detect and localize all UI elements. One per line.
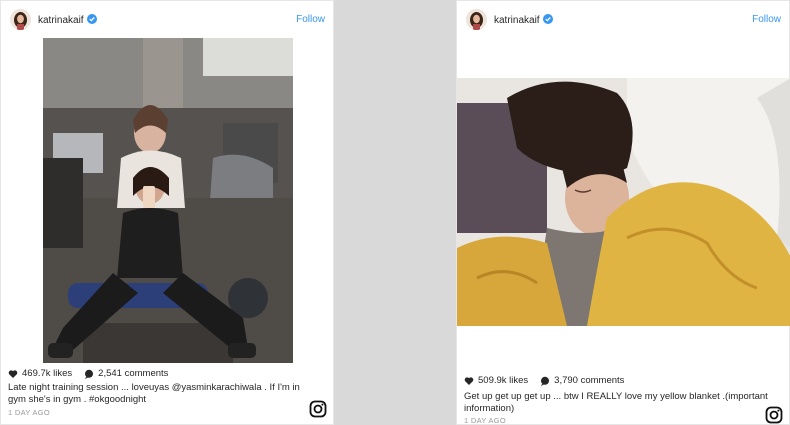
post-photo[interactable]	[43, 38, 293, 363]
post-card-gym: katrinakaif Follow 469.7k likes 2,541 co…	[0, 0, 334, 425]
likes-count[interactable]: 509.9k likes	[478, 375, 528, 386]
post-stats: 469.7k likes 2,541 comments	[8, 368, 168, 379]
post-card-blanket: katrinakaif Follow 509.9k likes 3,790 com…	[456, 0, 790, 425]
avatar[interactable]	[466, 9, 487, 30]
post-timestamp: 1 DAY AGO	[8, 408, 51, 417]
comments-count[interactable]: 3,790 comments	[554, 375, 624, 386]
post-caption: Late night training session ... loveuyas…	[8, 382, 300, 405]
follow-button[interactable]: Follow	[296, 14, 325, 25]
username-block: katrinakaif	[38, 14, 97, 26]
heart-icon[interactable]	[8, 369, 18, 379]
instagram-icon[interactable]	[765, 406, 783, 424]
gym-mirror-selfie-photo	[43, 38, 293, 363]
comment-icon[interactable]	[540, 376, 550, 386]
post-photo[interactable]	[457, 78, 790, 326]
comments-count[interactable]: 2,541 comments	[98, 368, 168, 379]
instagram-icon[interactable]	[309, 400, 327, 418]
likes-count[interactable]: 469.7k likes	[22, 368, 72, 379]
post-header: katrinakaif Follow	[457, 1, 789, 37]
verified-badge-icon	[542, 14, 553, 24]
post-header: katrinakaif Follow	[1, 1, 333, 37]
post-timestamp: 1 DAY AGO	[464, 416, 507, 425]
avatar[interactable]	[10, 9, 31, 30]
post-stats: 509.9k likes 3,790 comments	[464, 375, 624, 386]
sleeping-yellow-blanket-photo	[457, 78, 790, 326]
username[interactable]: katrinakaif	[38, 15, 84, 26]
comment-icon[interactable]	[84, 369, 94, 379]
username-block: katrinakaif	[494, 14, 553, 26]
username[interactable]: katrinakaif	[494, 15, 540, 26]
heart-icon[interactable]	[464, 376, 474, 386]
post-caption: Get up get up get up ... btw I REALLY lo…	[464, 391, 768, 414]
follow-button[interactable]: Follow	[752, 14, 781, 25]
verified-badge-icon	[86, 14, 97, 24]
